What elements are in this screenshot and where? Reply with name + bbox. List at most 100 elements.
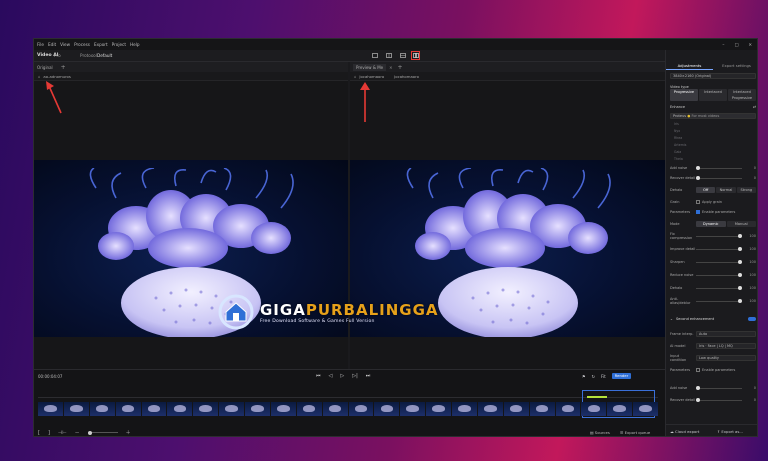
- split-view-icon: [399, 53, 406, 58]
- cloud-export-button[interactable]: ☁ Cloud export: [666, 429, 713, 434]
- field-row: Frame interp. Auto: [670, 330, 756, 338]
- close-icon[interactable]: ✕: [748, 42, 752, 47]
- parameters-2-checkbox[interactable]: [696, 368, 700, 372]
- reduce-noise-slider[interactable]: [696, 273, 742, 277]
- slider-row: Reduce noise 100: [670, 273, 756, 277]
- input-condition-select[interactable]: Low quality: [696, 355, 756, 361]
- video-type-interlaced[interactable]: Interlaced: [699, 89, 727, 101]
- mode-dynamic[interactable]: Dynamic: [696, 221, 726, 227]
- zoom-out-icon[interactable]: －: [75, 429, 80, 436]
- fix-compression-slider[interactable]: [696, 234, 742, 238]
- dehalo-normal[interactable]: Normal: [716, 187, 736, 193]
- grain-checkbox[interactable]: [696, 200, 700, 204]
- model-item[interactable]: Theia: [674, 156, 754, 163]
- menu-project[interactable]: Project: [112, 42, 126, 47]
- minimize-icon[interactable]: –: [722, 42, 724, 47]
- dehalo-off[interactable]: Off: [696, 187, 716, 193]
- chevron-down-icon[interactable]: ⌄: [670, 317, 673, 321]
- skip-end-icon[interactable]: ⏭: [366, 373, 371, 379]
- enhancement-model-select[interactable]: Proteus ● For most videos: [670, 113, 756, 119]
- model-item[interactable]: Nyx: [674, 128, 754, 135]
- preview-range-bar: [587, 396, 607, 398]
- side-by-side-icon: [385, 53, 392, 58]
- filmstrip[interactable]: [38, 402, 658, 416]
- anti-alias-slider[interactable]: [696, 299, 742, 303]
- recover-detail-2-slider[interactable]: [696, 398, 742, 402]
- add-preview-tab-icon[interactable]: +: [398, 64, 403, 71]
- improve-detail-slider[interactable]: [696, 247, 742, 251]
- mark-out-icon[interactable]: ]: [48, 430, 50, 436]
- preview-tab[interactable]: Preview & Me: [353, 63, 387, 71]
- sidebar-tabs: Adjustments Export settings: [666, 62, 757, 70]
- add-noise-2-slider[interactable]: [696, 386, 742, 390]
- tab-adjustments[interactable]: Adjustments: [666, 62, 713, 70]
- single-view-button[interactable]: [370, 51, 379, 60]
- adjustments-sidebar: Adjustments Export settings 3840×2160 (O…: [665, 50, 757, 436]
- sharpen-slider[interactable]: [696, 260, 742, 264]
- loop-icon[interactable]: ↻: [592, 374, 595, 379]
- original-file-name: ao-adnomuros: [43, 73, 71, 79]
- menu-file[interactable]: File: [37, 42, 44, 47]
- dehalo-strong[interactable]: Strong: [736, 187, 756, 193]
- tab-export-settings[interactable]: Export settings: [713, 62, 757, 70]
- trim-icon[interactable]: ⊣⊢: [58, 430, 67, 436]
- step-forward-icon[interactable]: ▷|: [352, 373, 358, 379]
- add-tab-icon[interactable]: +: [61, 64, 66, 71]
- export-queue-button[interactable]: ☰ Export queue: [620, 430, 650, 435]
- split-view-button[interactable]: [398, 51, 407, 60]
- ai-model-select[interactable]: Iris · Face | LQ | MQ: [696, 343, 756, 349]
- recover-detail-slider[interactable]: [696, 176, 742, 180]
- zoom-in-icon[interactable]: ＋: [126, 429, 131, 436]
- dehalo-mode-row: Dehalo Off Normal Strong: [670, 186, 756, 194]
- parameters-checkbox[interactable]: [696, 210, 700, 214]
- parameters-row: Parameters Enable parameters: [670, 210, 736, 214]
- menu-edit[interactable]: Edit: [48, 42, 56, 47]
- marker-icon[interactable]: ⚑: [582, 374, 586, 379]
- menu-process[interactable]: Process: [74, 42, 90, 47]
- menu-export[interactable]: Export: [94, 42, 108, 47]
- side-by-side-button[interactable]: [384, 51, 393, 60]
- maximize-icon[interactable]: □: [735, 42, 739, 47]
- comparison-view-icon: [412, 53, 419, 58]
- preset-name[interactable]: Default: [97, 53, 112, 58]
- output-preset-select[interactable]: 3840×2160 (Original): [670, 73, 756, 79]
- frame-interp-select[interactable]: Auto: [696, 331, 756, 337]
- comparison-view-button[interactable]: [411, 51, 420, 60]
- model-list: Iris Nyx Rhea Artemis Gaia Theia: [674, 121, 754, 163]
- model-item[interactable]: Rhea: [674, 135, 754, 142]
- video-type-interlaced-progressive[interactable]: Interlaced Progressive: [728, 89, 756, 101]
- slider-row: Dehalo 100: [670, 286, 756, 290]
- video-type-progressive[interactable]: Progressive: [670, 89, 698, 101]
- model-item[interactable]: Artemis: [674, 142, 754, 149]
- render-button[interactable]: Render: [611, 373, 632, 379]
- slider-row: Anti-alias/deblur 100: [670, 297, 756, 305]
- menu-bar: File Edit View Process Export Project He…: [34, 39, 757, 50]
- skip-start-icon[interactable]: ⏮: [316, 373, 321, 379]
- timeline-footer: [ ] ⊣⊢ － ＋ ▤ Sources ☰ Export queue: [34, 426, 665, 437]
- project-name[interactable]: Protocol: [80, 53, 97, 58]
- close-tab-icon[interactable]: ✕: [389, 65, 392, 70]
- second-enhancement-toggle[interactable]: [748, 317, 756, 321]
- add-noise-slider[interactable]: [696, 166, 742, 170]
- export-as-button[interactable]: ⇪ Export as...: [713, 429, 757, 434]
- model-item[interactable]: Gaia: [674, 149, 754, 156]
- enhance-toggle-icon[interactable]: ⇄: [753, 105, 756, 109]
- original-tab-bar: Original +: [34, 62, 348, 72]
- dehalo-slider[interactable]: [696, 286, 742, 290]
- mode-manual[interactable]: Manual: [726, 221, 756, 227]
- enhance-heading: Enhance ⇄: [670, 105, 756, 109]
- menu-view[interactable]: View: [60, 42, 70, 47]
- zoom-slider[interactable]: [87, 430, 118, 435]
- mark-in-icon[interactable]: [: [38, 430, 40, 436]
- step-back-icon[interactable]: ◁: [329, 373, 333, 379]
- model-item[interactable]: Iris: [674, 121, 754, 128]
- sources-button[interactable]: ▤ Sources: [590, 430, 610, 435]
- menu-help[interactable]: Help: [130, 42, 140, 47]
- preview-file-bar: ⌂ Jocahomaoro Jocahomaoro: [350, 72, 665, 81]
- timeline-ruler[interactable]: [38, 392, 658, 398]
- zoom-select[interactable]: Fit: [601, 374, 606, 379]
- add-noise-row: Add noise 0: [670, 166, 756, 170]
- original-tab[interactable]: Original: [37, 65, 53, 70]
- play-icon[interactable]: ▷: [340, 373, 344, 379]
- timeline-controls: ⚑ ↻ Fit Render: [582, 373, 632, 379]
